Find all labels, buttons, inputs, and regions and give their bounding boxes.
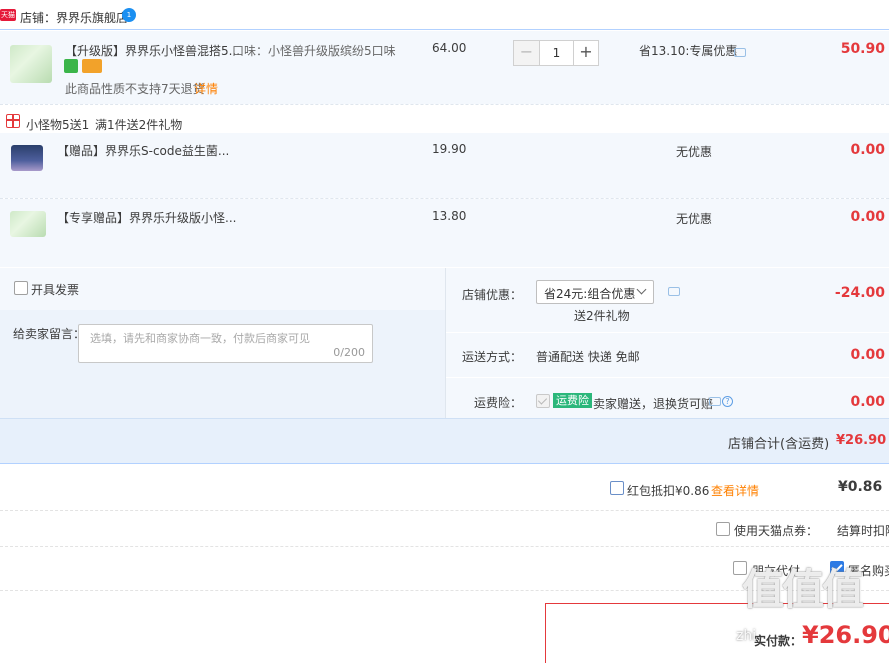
message-label: 给卖家留言： xyxy=(13,327,86,341)
card-icon xyxy=(82,59,102,73)
product-thumbnail[interactable] xyxy=(11,145,43,171)
store-discount-amount: -24.00 xyxy=(834,285,885,301)
shipping-value: 普通配送 快递 免邮 xyxy=(536,350,640,364)
insurance-label: 运费险： xyxy=(473,396,522,410)
product-title[interactable]: 【升级版】界界乐小怪兽混搭5... xyxy=(65,42,240,59)
gift-subtotal: 0.00 xyxy=(850,209,885,225)
order-item-main: 【升级版】界界乐小怪兽混搭5... 口味：小怪兽升级版缤纷5口味 此商品性质不支… xyxy=(0,31,889,104)
seller-message-input[interactable]: 选填，请先和商家协商一致，付款后商家可见 0/200 xyxy=(78,324,373,363)
help-icon[interactable]: ? xyxy=(722,396,733,407)
invoice-checkbox[interactable] xyxy=(14,281,28,295)
insurance-tag: 运费险 xyxy=(553,393,592,408)
divider xyxy=(0,510,889,511)
gift-item: 【专享赠品】界界乐升级版小怪... 13.80 无优惠 0.00 xyxy=(0,199,889,267)
qty-plus-button[interactable]: + xyxy=(573,41,598,65)
divider xyxy=(446,332,889,333)
shipping-label: 运送方式： xyxy=(461,350,522,364)
red-packet-checkbox[interactable] xyxy=(610,481,624,495)
gift-icon xyxy=(6,114,20,128)
red-packet-detail-link[interactable]: 查看详情 xyxy=(711,482,759,499)
tmall-points-label: 使用天猫点券： xyxy=(734,524,819,538)
gift-promo-label: 小怪物5送1 xyxy=(26,118,90,132)
return-policy-note: 此商品性质不支持7天退货 xyxy=(65,82,205,96)
site-watermark-sub: zhi xyxy=(736,628,757,644)
store-discount-value: 省24元:组合优惠 xyxy=(544,287,636,301)
store-header: 天猫 店铺：界界乐旗舰店 1 xyxy=(0,0,889,30)
store-total-label: 店铺合计(含运费) xyxy=(728,437,830,452)
qty-input[interactable]: 1 xyxy=(539,41,573,65)
red-packet-amount: ¥0.86 xyxy=(838,479,883,495)
insurance-desc: 卖家赠送，退换货可赔 xyxy=(593,397,714,411)
service-icon xyxy=(64,59,78,73)
gift-item-title[interactable]: 【赠品】界界乐S-code益生菌... xyxy=(57,142,229,159)
discount-info-icon[interactable] xyxy=(734,48,746,57)
product-sku: 口味：小怪兽升级版缤纷5口味 xyxy=(232,44,396,58)
pay-total-amount: ¥26.90 xyxy=(802,621,889,649)
store-name-link[interactable]: 店铺：界界乐旗舰店 xyxy=(20,9,128,26)
divider xyxy=(0,104,889,105)
gift-item: 【赠品】界界乐S-code益生菌... 19.90 无优惠 0.00 xyxy=(0,133,889,198)
discount-info-icon[interactable] xyxy=(668,287,680,296)
policy-detail-link[interactable]: 详情 xyxy=(194,80,218,97)
tmall-badge: 天猫 xyxy=(0,9,16,21)
tmall-points-checkbox[interactable] xyxy=(716,522,730,536)
insurance-amount: 0.00 xyxy=(850,394,885,410)
gift-unit-price: 19.90 xyxy=(432,142,467,156)
store-discount-label: 店铺优惠： xyxy=(461,288,522,302)
insurance-checkbox xyxy=(536,394,550,408)
wangwang-chat-icon[interactable]: 1 xyxy=(122,8,136,22)
product-thumbnail[interactable] xyxy=(10,45,52,83)
pay-total-label: 实付款： xyxy=(754,634,803,648)
gift-subtotal: 0.00 xyxy=(850,142,885,158)
invoice-label: 开具发票 xyxy=(31,283,80,297)
store-total-amount: ¥26.90 xyxy=(836,433,887,448)
item-subtotal: 50.90 xyxy=(840,41,885,57)
qty-minus-button[interactable]: − xyxy=(514,41,539,65)
item-discount: 省13.10:专属优惠 xyxy=(639,44,738,58)
gift-item-title[interactable]: 【专享赠品】界界乐升级版小怪... xyxy=(57,209,236,226)
store-total-row: 店铺合计(含运费) ¥26.90 xyxy=(0,418,889,464)
store-discount-select[interactable]: 省24元:组合优惠 xyxy=(536,280,654,304)
divider xyxy=(0,546,889,547)
quantity-stepper: − 1 + xyxy=(513,40,599,66)
divider xyxy=(446,377,889,378)
tmall-points-note: 结算时扣除 xyxy=(837,524,889,538)
gift-promo-rule: 满1件送2件礼物 xyxy=(95,118,183,132)
store-discount-sub: 送2件礼物 xyxy=(574,309,630,323)
message-char-count: 0/200 xyxy=(333,346,365,359)
red-packet-label: 红包抵扣¥0.86 xyxy=(627,484,710,498)
message-placeholder: 选填，请先和商家协商一致，付款后商家可见 xyxy=(90,332,310,345)
gift-discount: 无优惠 xyxy=(676,145,713,159)
shipping-amount: 0.00 xyxy=(850,347,885,363)
gift-discount: 无优惠 xyxy=(676,212,713,226)
site-watermark: 值值值 xyxy=(742,565,864,614)
gift-unit-price: 13.80 xyxy=(432,209,467,223)
product-thumbnail[interactable] xyxy=(10,211,46,237)
insurance-chat-icon[interactable] xyxy=(709,397,721,406)
unit-price: 64.00 xyxy=(432,41,467,55)
chevron-down-icon xyxy=(636,284,647,295)
